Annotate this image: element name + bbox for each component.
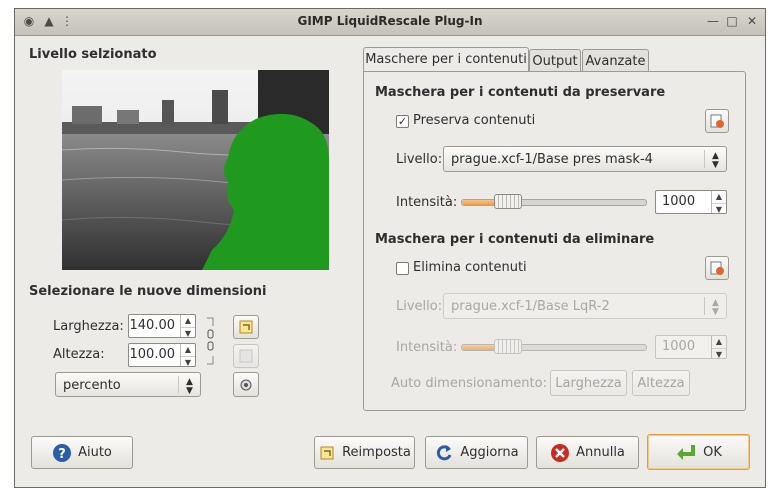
tab-content-masks[interactable]: Maschere per i contenuti <box>363 47 529 72</box>
preserve-checkbox-label: Preserva contenuti <box>413 113 536 128</box>
new-dimensions-heading: Selezionare le nuove dimensioni <box>29 284 267 299</box>
unit-select[interactable]: percento ▲ ▼ <box>55 372 201 397</box>
autosize-label: Auto dimensionamento: <box>391 376 547 391</box>
title-bar: ◉ ▲ ⋮ GIMP LiquidRescale Plug-In — □ ✕ <box>15 9 765 36</box>
discard-strength-spinbox[interactable]: 1000 ▲ ▼ <box>655 335 727 359</box>
reset-size-button[interactable] <box>233 315 259 339</box>
discard-layer-value: prague.xcf-1/Base LqR-2 <box>451 299 610 314</box>
scale-options-button[interactable] <box>233 372 259 397</box>
height-spinbox[interactable]: 100.00 ▲ ▼ <box>128 343 196 367</box>
preserve-layer-label: Livello: <box>396 152 443 167</box>
discard-heading: Maschera per i contenuti da eliminare <box>375 232 655 247</box>
reset-icon <box>320 446 334 459</box>
unit-value: percento <box>63 378 121 393</box>
help-button[interactable]: ? Aiuto <box>31 436 133 469</box>
discard-layer-select[interactable]: prague.xcf-1/Base LqR-2 ▲ ▼ <box>443 293 727 319</box>
preserve-heading: Maschera per i contenuti da preservare <box>375 85 666 100</box>
preserve-strength-value: 1000 <box>662 194 696 209</box>
preserve-strength-down-arrow[interactable]: ▼ <box>712 204 726 216</box>
restore-size-icon <box>239 349 253 363</box>
preserve-layer-select[interactable]: prague.xcf-1/Base pres mask-4 ▲ ▼ <box>443 146 727 172</box>
plugin-dialog: ◉ ▲ ⋮ GIMP LiquidRescale Plug-In — □ ✕ L… <box>14 8 766 488</box>
layer-preview-image <box>62 70 329 270</box>
discard-layer-dropdown-icon: ▲ ▼ <box>704 297 726 317</box>
new-layer-icon <box>710 261 724 275</box>
preserve-strength-label: Intensità: <box>396 195 458 210</box>
tab-output[interactable]: Output <box>529 49 581 71</box>
discard-strength-value: 1000 <box>662 339 696 354</box>
width-up-arrow[interactable]: ▲ <box>181 315 195 328</box>
selected-layer-heading: Livello selzionato <box>29 47 157 62</box>
refresh-button[interactable]: Aggiorna <box>425 436 528 469</box>
restore-size-button[interactable] <box>233 344 259 368</box>
reset-button[interactable]: Reimposta <box>314 436 415 469</box>
new-preserve-mask-button[interactable] <box>705 109 729 133</box>
preserve-strength-up-arrow[interactable]: ▲ <box>712 191 726 204</box>
gear-cluster-icon <box>240 379 252 390</box>
preserve-strength-spinbox[interactable]: 1000 ▲ ▼ <box>655 190 727 214</box>
discard-checkbox-label: Elimina contenuti <box>413 260 527 275</box>
ok-button[interactable]: OK <box>647 434 750 470</box>
minimize-icon[interactable]: — <box>705 13 721 29</box>
new-discard-mask-button[interactable] <box>705 256 729 280</box>
help-icon: ? <box>53 443 72 462</box>
preserve-checkbox[interactable]: ✓ <box>396 115 409 128</box>
preserve-layer-dropdown-icon: ▲ ▼ <box>704 150 726 170</box>
width-down-arrow[interactable]: ▼ <box>181 328 195 340</box>
discard-strength-up-arrow[interactable]: ▲ <box>712 336 726 349</box>
cancel-icon <box>551 443 570 462</box>
tab-advanced[interactable]: Avanzate <box>582 49 649 71</box>
height-down-arrow[interactable]: ▼ <box>181 357 195 369</box>
maximize-icon[interactable]: □ <box>724 13 740 29</box>
discard-strength-label: Intensità: <box>396 340 458 355</box>
ok-enter-icon <box>677 445 696 460</box>
preserve-slider-handle[interactable] <box>494 194 522 209</box>
discard-layer-label: Livello: <box>396 299 443 314</box>
cancel-button[interactable]: Annulla <box>536 436 639 469</box>
autosize-height-button[interactable]: Altezza <box>632 370 690 396</box>
height-up-arrow[interactable]: ▲ <box>181 344 195 357</box>
discard-checkbox[interactable] <box>396 262 409 275</box>
new-layer-icon <box>710 114 724 128</box>
svg-text:?: ? <box>58 447 66 462</box>
preserve-strength-slider[interactable] <box>461 194 647 209</box>
width-label: Larghezza: <box>53 319 124 334</box>
width-spinbox[interactable]: 140.00 ▲ ▼ <box>128 314 196 338</box>
preserve-layer-value: prague.xcf-1/Base pres mask-4 <box>451 152 653 167</box>
height-value: 100.00 <box>129 347 176 362</box>
discard-strength-slider[interactable] <box>461 339 647 354</box>
refresh-icon <box>437 444 452 460</box>
width-value: 140.00 <box>129 318 176 333</box>
discard-strength-down-arrow[interactable]: ▼ <box>712 349 726 361</box>
autosize-width-button[interactable]: Larghezza <box>550 370 627 396</box>
height-label: Altezza: <box>53 347 105 362</box>
discard-slider-handle[interactable] <box>494 339 522 354</box>
close-icon[interactable]: ✕ <box>744 13 760 29</box>
chain-link-icon[interactable] <box>205 316 217 368</box>
reset-size-icon <box>239 320 253 334</box>
unit-dropdown-icon: ▲ ▼ <box>178 376 200 396</box>
window-title: GIMP LiquidRescale Plug-In <box>297 14 483 28</box>
